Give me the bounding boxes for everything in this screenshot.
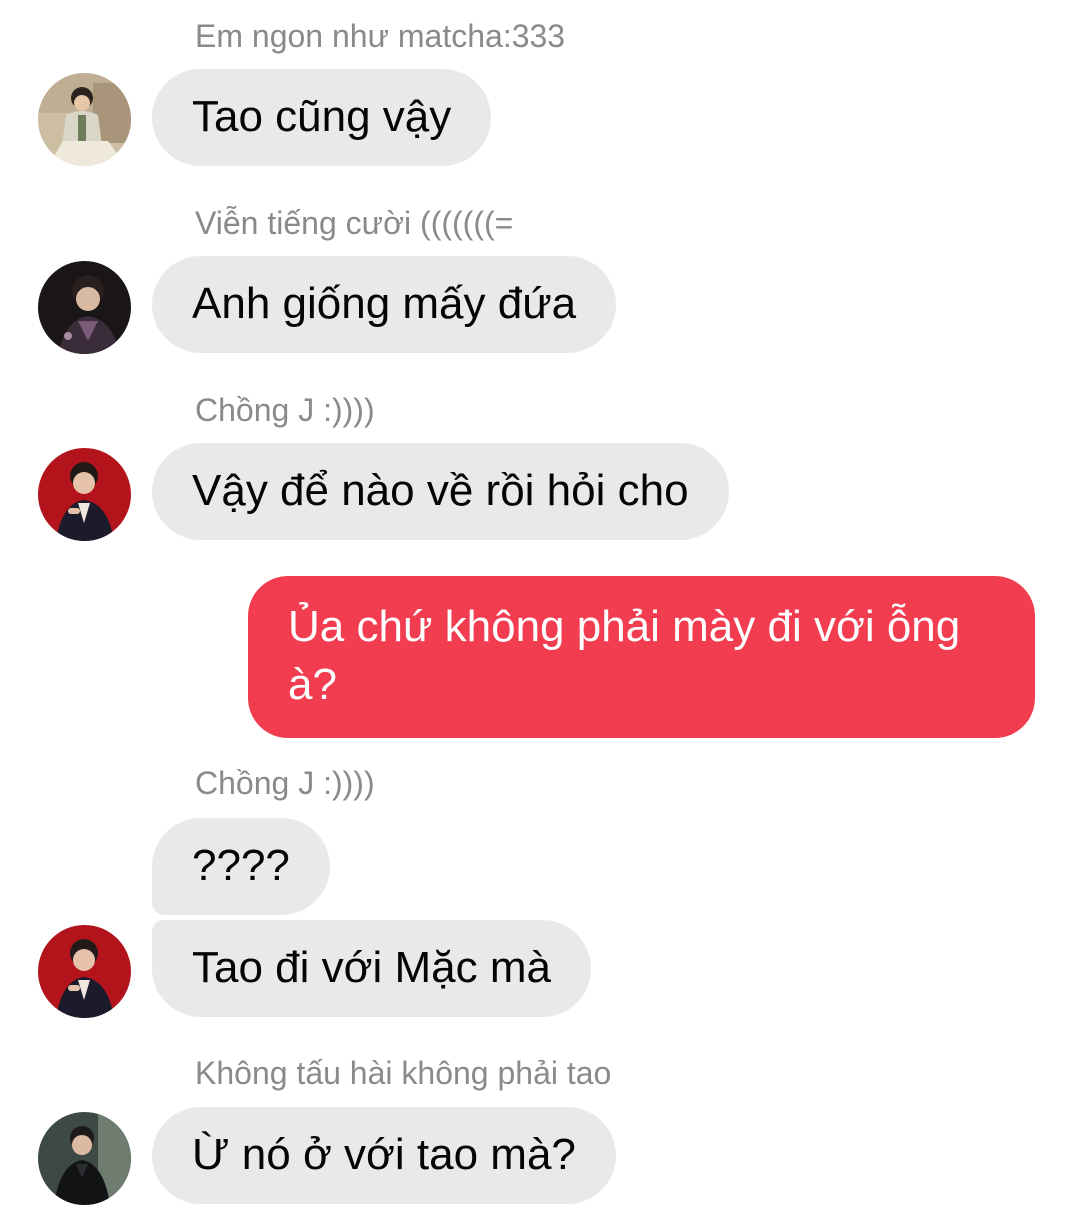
sender-name: Viễn tiếng cười (((((((= <box>195 205 514 241</box>
message-text: ???? <box>192 841 290 890</box>
sender-name: Chồng J :)))) <box>195 765 375 801</box>
sender-name: Không tấu hài không phải tao <box>195 1055 612 1091</box>
message-bubble[interactable]: Vậy để nào về rồi hỏi cho <box>152 443 729 540</box>
avatar-man-red-background[interactable] <box>38 925 131 1018</box>
avatar-man-light-shirt[interactable] <box>38 73 131 166</box>
message-bubble[interactable]: Anh giống mấy đứa <box>152 256 617 353</box>
message-text: Ủa chứ không phải mày đi với ỗng à? <box>288 602 961 709</box>
outgoing-message-bubble[interactable]: Ủa chứ không phải mày đi với ỗng à? <box>248 576 1035 738</box>
sender-name: Chồng J :)))) <box>195 392 375 428</box>
message-bubble[interactable]: Ừ nó ở với tao mà? <box>152 1107 616 1204</box>
sender-name: Em ngon như matcha:333 <box>195 18 566 54</box>
message-bubble[interactable]: ???? <box>152 818 330 915</box>
message-text: Anh giống mấy đứa <box>192 279 577 328</box>
message-bubble[interactable]: Tao cũng vậy <box>152 69 492 166</box>
message-text: Tao cũng vậy <box>192 92 452 141</box>
avatar-man-red-background[interactable] <box>38 448 131 541</box>
avatar-man-dark-portrait[interactable] <box>38 261 131 354</box>
message-text: Ừ nó ở với tao mà? <box>192 1130 576 1179</box>
message-bubble[interactable]: Tao đi với Mặc mà <box>152 920 591 1017</box>
avatar-man-dark-suit[interactable] <box>38 1112 131 1205</box>
message-text: Vậy để nào về rồi hỏi cho <box>192 466 689 515</box>
message-text: Tao đi với Mặc mà <box>192 943 551 992</box>
